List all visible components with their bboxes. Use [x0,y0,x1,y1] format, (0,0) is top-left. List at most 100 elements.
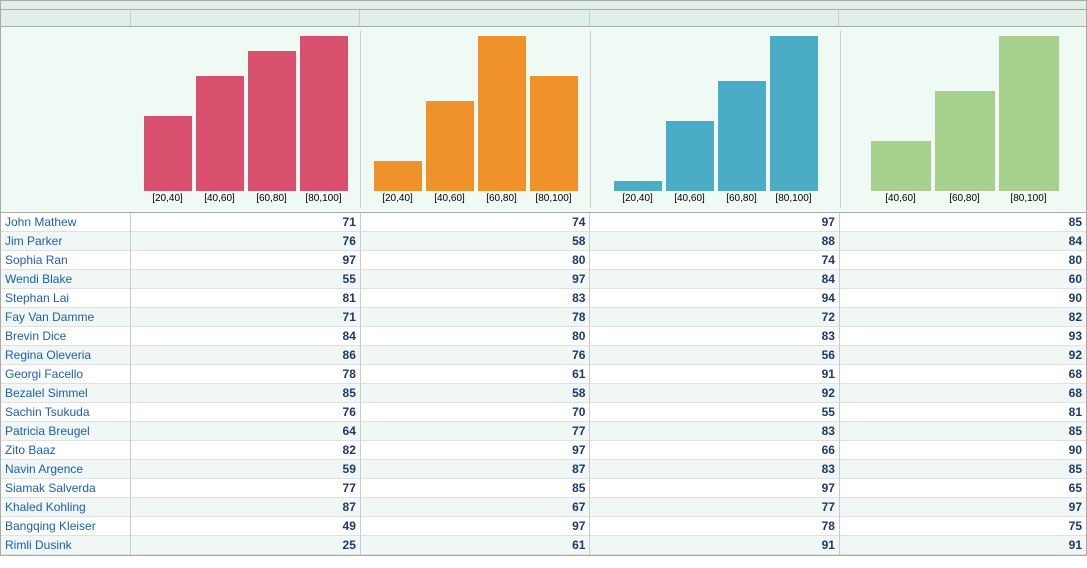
main-container: [20,40][40,60][60,80][80,100][20,40][40,… [0,0,1087,556]
twitter-value: 85 [839,422,1086,441]
data-table: John Mathew71749785Jim Parker76588884Sop… [1,213,1086,555]
facebook-value: 25 [131,536,361,555]
user-name: Jim Parker [1,232,131,251]
facebook-value: 64 [131,422,361,441]
linkedin-value: 97 [590,479,840,498]
instagram-value: 70 [360,403,590,422]
user-name: Zito Baaz [1,441,131,460]
facebook-value: 76 [131,403,361,422]
user-name: Siamak Salverda [1,479,131,498]
instagram-value: 83 [360,289,590,308]
twitter-value: 68 [839,384,1086,403]
user-name: John Mathew [1,213,131,232]
header-facebook [131,10,361,26]
twitter-value: 65 [839,479,1086,498]
twitter-value: 85 [839,213,1086,232]
instagram-value: 85 [360,479,590,498]
facebook-value: 78 [131,365,361,384]
table-row: Wendi Blake55978460 [1,270,1086,289]
user-name: Khaled Kohling [1,498,131,517]
facebook-value: 59 [131,460,361,479]
linkedin-value: 92 [590,384,840,403]
table-row: Rimli Dusink25619191 [1,536,1086,555]
header-row [1,10,1086,27]
user-name: Sophia Ran [1,251,131,270]
table-row: Sophia Ran97807480 [1,251,1086,270]
linkedin-value: 83 [590,460,840,479]
user-name: Bangqing Kleiser [1,517,131,536]
user-name: Georgi Facello [1,365,131,384]
linkedin-value: 97 [590,213,840,232]
instagram-value: 58 [360,384,590,403]
instagram-value: 97 [360,441,590,460]
table-row: Stephan Lai81839490 [1,289,1086,308]
twitter-value: 81 [839,403,1086,422]
table-row: Khaled Kohling87677797 [1,498,1086,517]
table-row: Bezalel Simmel85589268 [1,384,1086,403]
table-row: Patricia Breugel64778385 [1,422,1086,441]
facebook-value: 97 [131,251,361,270]
twitter-value: 90 [839,441,1086,460]
table-row: Bangqing Kleiser49977875 [1,517,1086,536]
instagram-value: 58 [360,232,590,251]
twitter-value: 80 [839,251,1086,270]
facebook-value: 84 [131,327,361,346]
header-twitter [839,10,1086,26]
table-row: Fay Van Damme71787282 [1,308,1086,327]
instagram-value: 87 [360,460,590,479]
table-row: Jim Parker76588884 [1,232,1086,251]
table-row: John Mathew71749785 [1,213,1086,232]
linkedin-value: 91 [590,365,840,384]
twitter-value: 82 [839,308,1086,327]
linkedin-value: 94 [590,289,840,308]
linkedin-value: 56 [590,346,840,365]
chart-title [1,1,1086,10]
twitter-value: 92 [839,346,1086,365]
linkedin-value: 88 [590,232,840,251]
linkedin-value: 91 [590,536,840,555]
header-instagram [360,10,590,26]
linkedin-value: 66 [590,441,840,460]
facebook-value: 55 [131,270,361,289]
twitter-value: 90 [839,289,1086,308]
linkedin-value: 78 [590,517,840,536]
facebook-value: 87 [131,498,361,517]
instagram-value: 97 [360,270,590,289]
facebook-value: 76 [131,232,361,251]
facebook-value: 71 [131,308,361,327]
twitter-value: 91 [839,536,1086,555]
instagram-value: 80 [360,327,590,346]
table-row: Sachin Tsukuda76705581 [1,403,1086,422]
twitter-value: 60 [839,270,1086,289]
twitter-value: 97 [839,498,1086,517]
header-name [1,10,131,26]
table-row: Regina Oleveria86765692 [1,346,1086,365]
user-name: Rimli Dusink [1,536,131,555]
user-name: Sachin Tsukuda [1,403,131,422]
instagram-value: 80 [360,251,590,270]
linkedin-value: 83 [590,327,840,346]
facebook-value: 86 [131,346,361,365]
user-name: Bezalel Simmel [1,384,131,403]
twitter-value: 68 [839,365,1086,384]
instagram-value: 77 [360,422,590,441]
table-row: Georgi Facello78619168 [1,365,1086,384]
user-name: Fay Van Damme [1,308,131,327]
linkedin-value: 74 [590,251,840,270]
facebook-value: 77 [131,479,361,498]
instagram-value: 78 [360,308,590,327]
instagram-value: 76 [360,346,590,365]
user-name: Wendi Blake [1,270,131,289]
twitter-value: 84 [839,232,1086,251]
table-row: Siamak Salverda77859765 [1,479,1086,498]
user-name: Navin Argence [1,460,131,479]
linkedin-value: 83 [590,422,840,441]
twitter-value: 75 [839,517,1086,536]
twitter-value: 85 [839,460,1086,479]
user-name: Brevin Dice [1,327,131,346]
instagram-value: 97 [360,517,590,536]
instagram-value: 61 [360,536,590,555]
instagram-value: 67 [360,498,590,517]
twitter-value: 93 [839,327,1086,346]
user-name: Regina Oleveria [1,346,131,365]
